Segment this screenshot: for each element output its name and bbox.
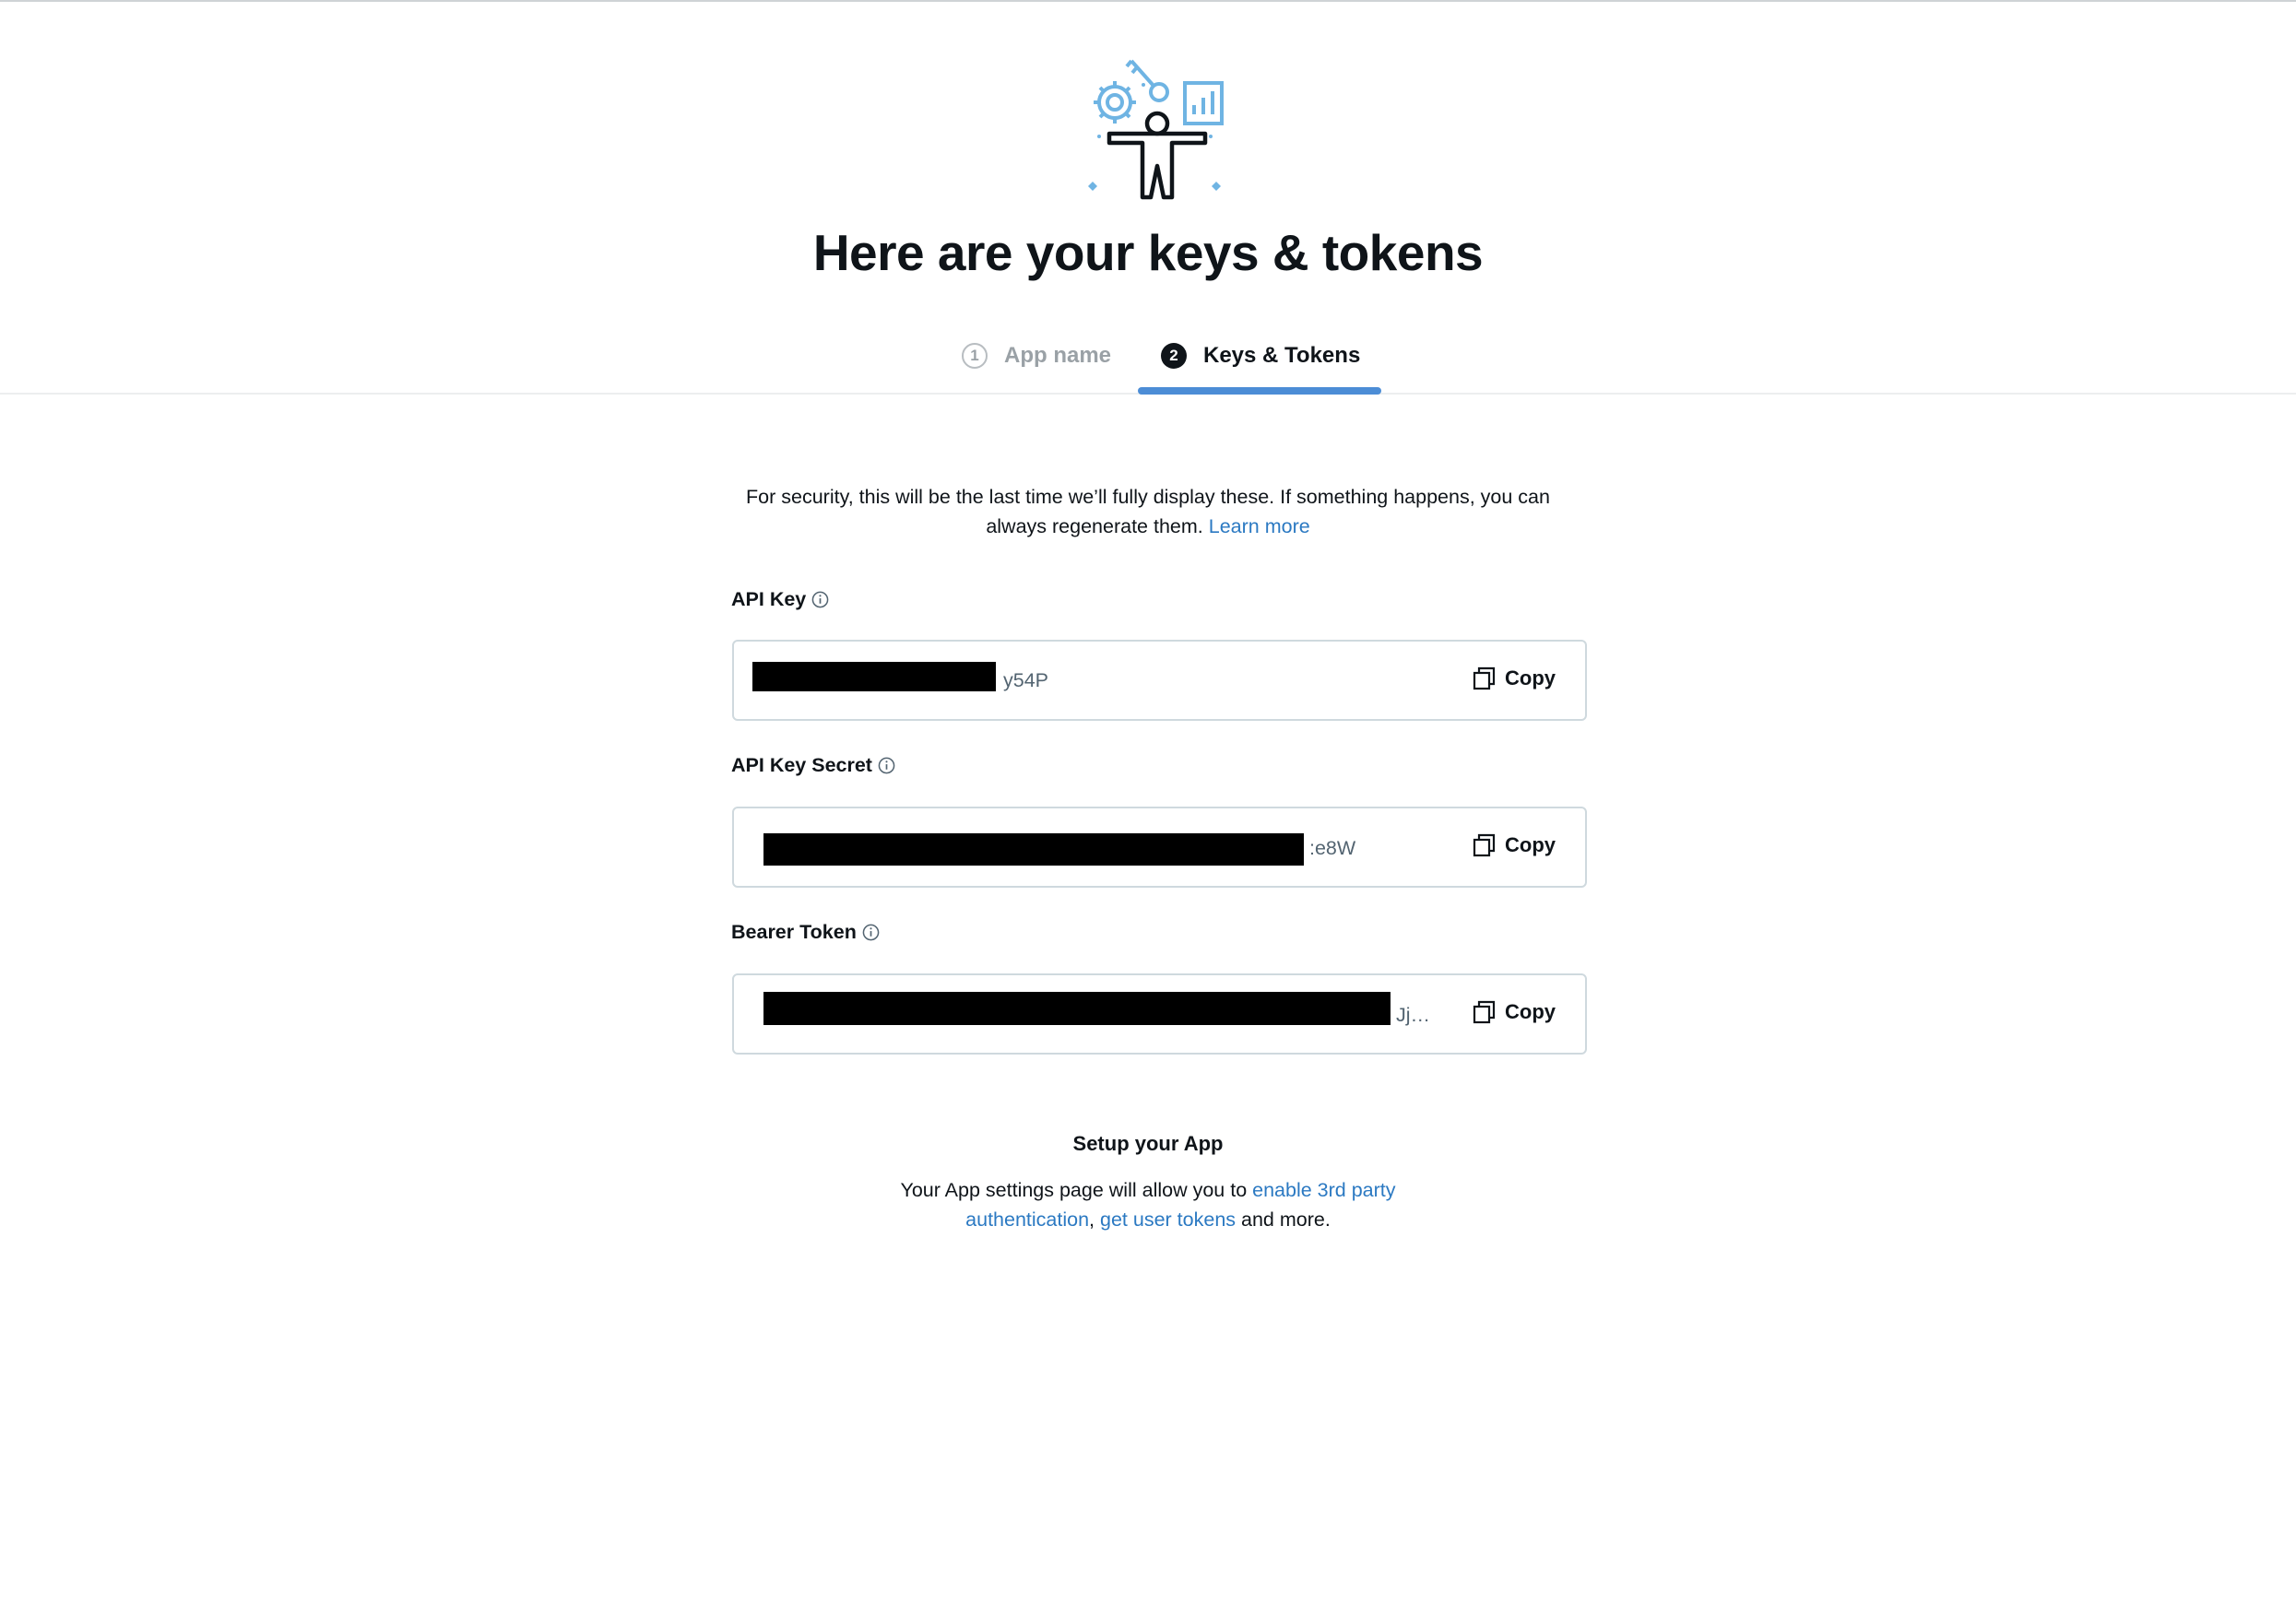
developer-illustration-icon [1088, 59, 1224, 200]
api-key-label-text: API Key [731, 588, 807, 610]
bearer-token-label: Bearer Token [731, 921, 880, 944]
info-icon[interactable] [878, 757, 895, 774]
info-icon[interactable] [862, 924, 880, 941]
redacted-value [763, 992, 1391, 1025]
setup-title: Setup your App [1072, 1132, 1224, 1155]
copy-icon [1473, 1000, 1496, 1024]
security-notice: For security, this will be the last time… [719, 482, 1577, 541]
security-notice-text: For security, this will be the last time… [746, 486, 1550, 537]
bearer-token-field[interactable]: Jj… Copy [732, 973, 1587, 1055]
tab-app-name[interactable]: 1 App name [962, 336, 1111, 376]
api-key-secret-label: API Key Secret [731, 754, 895, 777]
copy-bearer-token-button[interactable]: Copy [1473, 999, 1556, 1025]
tab-label: App name [1004, 343, 1112, 368]
get-user-tokens-link[interactable]: get user tokens [1100, 1208, 1236, 1231]
redacted-value [752, 662, 996, 691]
step-number-badge: 2 [1161, 343, 1187, 369]
step-number-badge: 1 [962, 343, 988, 369]
setup-description: Your App settings page will allow you to… [885, 1175, 1411, 1234]
api-key-field[interactable]: y54P Copy [732, 640, 1587, 721]
copy-icon [1473, 666, 1496, 690]
copy-icon [1473, 833, 1496, 857]
tab-label: Keys & Tokens [1203, 343, 1361, 368]
active-tab-indicator [1138, 387, 1381, 395]
info-icon[interactable] [811, 591, 829, 608]
tab-keys-and-tokens[interactable]: 2 Keys & Tokens [1161, 336, 1360, 376]
api-key-secret-field[interactable]: :e8W Copy [732, 807, 1587, 888]
copy-label: Copy [1505, 833, 1556, 856]
copy-label: Copy [1505, 1000, 1556, 1023]
copy-api-key-button[interactable]: Copy [1473, 666, 1556, 691]
api-key-secret-label-text: API Key Secret [731, 754, 872, 776]
api-key-secret-visible-suffix: :e8W [1309, 837, 1356, 859]
copy-api-key-secret-button[interactable]: Copy [1473, 832, 1556, 858]
setup-text-before: Your App settings page will allow you to [900, 1179, 1248, 1201]
copy-label: Copy [1505, 666, 1556, 690]
api-key-label: API Key [731, 588, 829, 611]
bearer-token-visible-suffix: Jj… [1396, 1004, 1431, 1026]
setup-separator: , [1089, 1208, 1095, 1231]
bearer-token-label-text: Bearer Token [731, 921, 857, 943]
learn-more-link[interactable]: Learn more [1209, 515, 1310, 537]
api-key-visible-suffix: y54P [1003, 669, 1049, 691]
page-title: Here are your keys & tokens [812, 224, 1484, 281]
setup-text-after: and more. [1241, 1208, 1331, 1231]
redacted-value [763, 833, 1304, 866]
page-header: Here are your keys & tokens 1 App name 2… [0, 2, 2296, 395]
